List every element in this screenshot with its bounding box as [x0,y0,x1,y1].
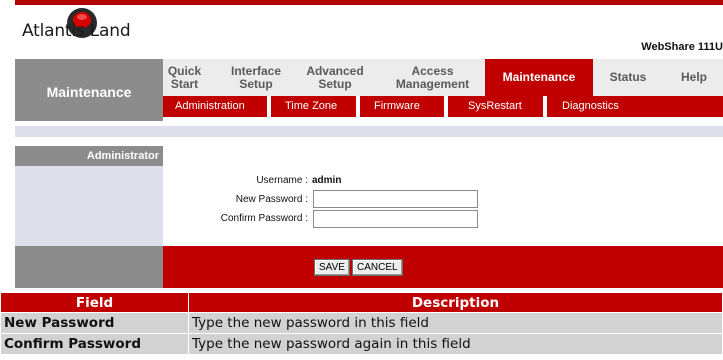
sidebar-panel [15,166,163,246]
table-row: Confirm Password Type the new password a… [0,333,723,355]
table-header-row: Field Description [0,292,723,313]
subnav-separator [444,96,448,117]
tab-interface-setup[interactable]: Interface Setup [226,59,286,96]
brand-logo-text: Atlantis Land [22,21,131,41]
tab-advanced-setup[interactable]: Advanced Setup [301,59,369,96]
footer-left-block [15,246,163,288]
tab-access-management[interactable]: Access Management [385,59,480,96]
sub-nav [163,96,723,117]
product-name: WebShare 111U [641,41,723,53]
username-label: Username : [256,175,308,186]
table-cell-field: New Password [0,312,189,334]
tab-quick-start[interactable]: Quick Start [163,59,206,96]
field-column-header: Field [0,292,189,313]
save-button[interactable]: SAVE [314,259,350,276]
table-cell-field: Confirm Password [0,333,189,355]
subtab-firmware[interactable]: Firmware [374,96,420,117]
subtab-time-zone[interactable]: Time Zone [285,96,337,117]
field-description-table: Field Description New Password Type the … [0,292,723,355]
cancel-button[interactable]: CANCEL [352,259,403,276]
tab-status[interactable]: Status [598,59,658,96]
tab-maintenance[interactable]: Maintenance [485,59,593,96]
username-value: admin [312,175,342,186]
table-row: New Password Type the new password in th… [0,312,723,334]
subnav-separator [267,96,271,117]
new-password-input[interactable] [313,190,478,208]
tab-help[interactable]: Help [668,59,720,96]
subnav-separator [543,96,547,117]
confirm-password-label: Confirm Password : [220,213,308,224]
subtab-diagnostics[interactable]: Diagnostics [562,96,619,117]
divider-band [15,126,723,137]
top-accent-bar [15,0,723,5]
subtab-administration[interactable]: Administration [175,96,245,117]
subnav-separator [356,96,360,117]
description-column-header: Description [188,292,723,313]
new-password-label: New Password : [235,194,308,205]
table-cell-description: Type the new password in this field [188,312,723,334]
table-cell-description: Type the new password again in this fiel… [188,333,723,355]
confirm-password-input[interactable] [313,210,478,228]
administrator-header: Administrator [86,150,159,162]
section-title: Maintenance [46,84,132,100]
subtab-sysrestart[interactable]: SysRestart [468,96,522,117]
button-bar [163,246,723,288]
